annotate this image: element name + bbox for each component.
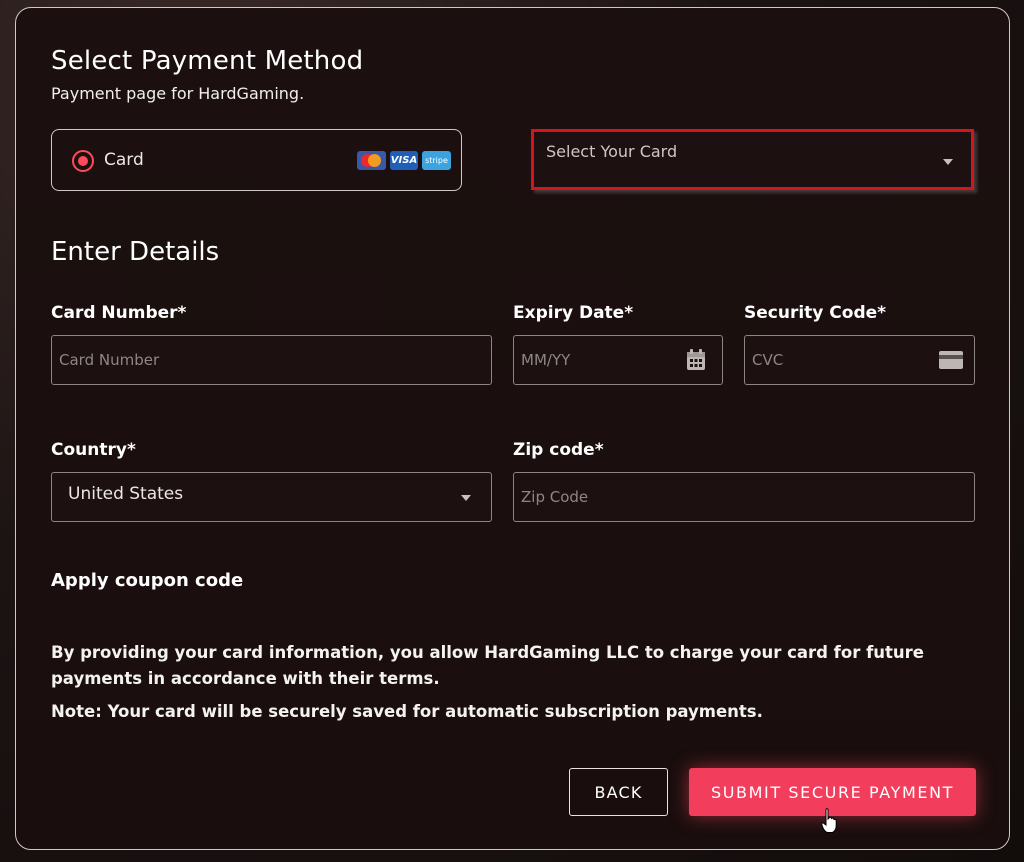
page-title: Select Payment Method [51,46,364,76]
payment-option-label: Card [104,150,144,170]
stripe-icon: stripe [422,151,451,170]
expiry-date-label: Expiry Date* [513,303,634,323]
select-card-placeholder: Select Your Card [546,142,678,161]
chevron-down-icon [461,495,471,501]
payment-option-card[interactable]: Card VISA stripe [51,129,462,191]
credit-card-icon [939,351,963,369]
payment-modal: Select Payment Method Payment page for H… [15,7,1010,850]
select-card-dropdown[interactable]: Select Your Card [531,129,974,190]
terms-text: By providing your card information, you … [51,643,924,688]
section-title-details: Enter Details [51,237,220,267]
mastercard-icon [357,151,386,170]
radio-selected-icon[interactable] [72,150,94,172]
country-label: Country* [51,440,136,460]
expiry-date-input[interactable]: MM/YY [513,335,723,385]
apply-coupon-link[interactable]: Apply coupon code [51,570,243,591]
security-code-placeholder: CVC [752,351,784,369]
hand-cursor-icon [821,808,837,833]
chevron-down-icon [943,159,953,165]
calendar-icon[interactable] [686,349,706,371]
page-subtitle: Payment page for HardGaming. [51,84,305,103]
country-select[interactable]: United States [51,472,492,522]
back-button[interactable]: BACK [569,768,668,816]
country-value: United States [68,484,184,504]
visa-icon: VISA [390,151,418,170]
zip-code-input[interactable]: Zip Code [513,472,975,522]
security-code-input[interactable]: CVC [744,335,975,385]
card-number-label: Card Number* [51,303,187,323]
expiry-date-placeholder: MM/YY [521,351,571,369]
zip-code-placeholder: Zip Code [521,488,589,506]
zip-code-label: Zip code* [513,440,604,460]
card-number-input[interactable]: Card Number [51,335,492,385]
security-code-label: Security Code* [744,303,887,323]
card-number-placeholder: Card Number [59,351,160,369]
terms-note: Note: Your card will be securely saved f… [51,702,763,721]
